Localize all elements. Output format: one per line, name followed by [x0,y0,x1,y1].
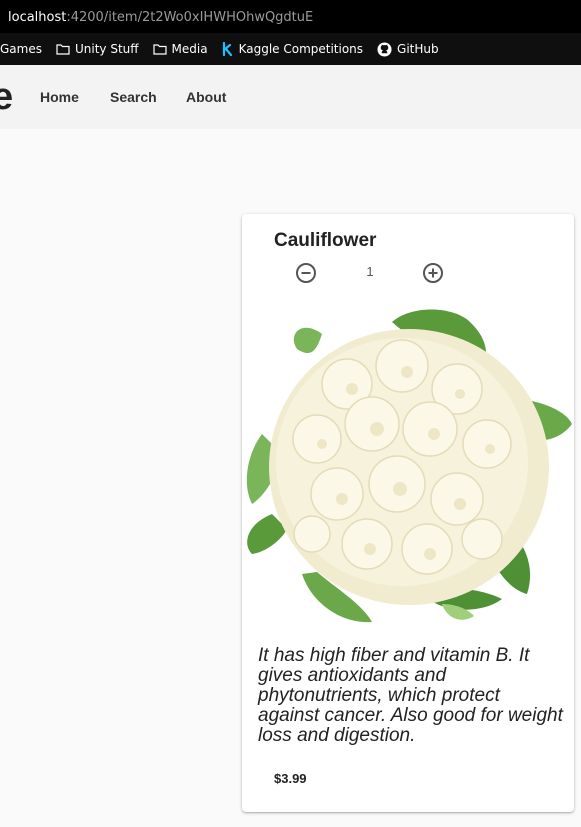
bookmark-label: Games [0,42,42,56]
quantity-value: 1 [366,264,374,279]
url-host: localhost [8,10,67,25]
bookmark-unity-stuff[interactable]: Unity Stuff [56,42,139,56]
folder-icon [56,44,70,55]
bookmark-media[interactable]: Media [152,42,208,56]
nav-about[interactable]: About [186,89,226,105]
github-icon [377,41,392,57]
bookmark-label: Kaggle Competitions [238,42,364,56]
site-navbar: e Home Search About [0,65,581,129]
product-card: Cauliflower 1 It has high fiber and vita… [242,214,574,812]
folder-icon [152,44,167,55]
decrement-button[interactable] [295,262,317,284]
bookmark-label: Media [171,42,208,56]
bookmarks-bar: Games Unity Stuff Media Kaggle Competiti… [0,33,581,65]
nav-search[interactable]: Search [110,89,157,105]
address-bar[interactable]: localhost:4200/item/2t2Wo0xIHWHOhwQgdtuE [0,0,581,33]
bookmark-games[interactable]: Games [0,42,42,56]
product-price: $3.99 [274,771,307,786]
bookmark-github[interactable]: GitHub [377,41,439,57]
site-brand[interactable]: e [0,75,13,119]
cauliflower-image [246,309,572,623]
increment-button[interactable] [422,262,444,284]
product-title: Cauliflower [274,230,377,251]
nav-home[interactable]: Home [40,89,79,105]
bookmark-kaggle[interactable]: Kaggle Competitions [222,42,363,56]
url-path: :4200/item/2t2Wo0xIHWHOhwQgdtuE [66,10,314,25]
bookmark-label: Unity Stuff [74,42,139,56]
product-description: It has high fiber and vitamin B. It give… [258,645,563,746]
bookmark-label: GitHub [397,42,439,56]
kaggle-icon [222,42,232,56]
